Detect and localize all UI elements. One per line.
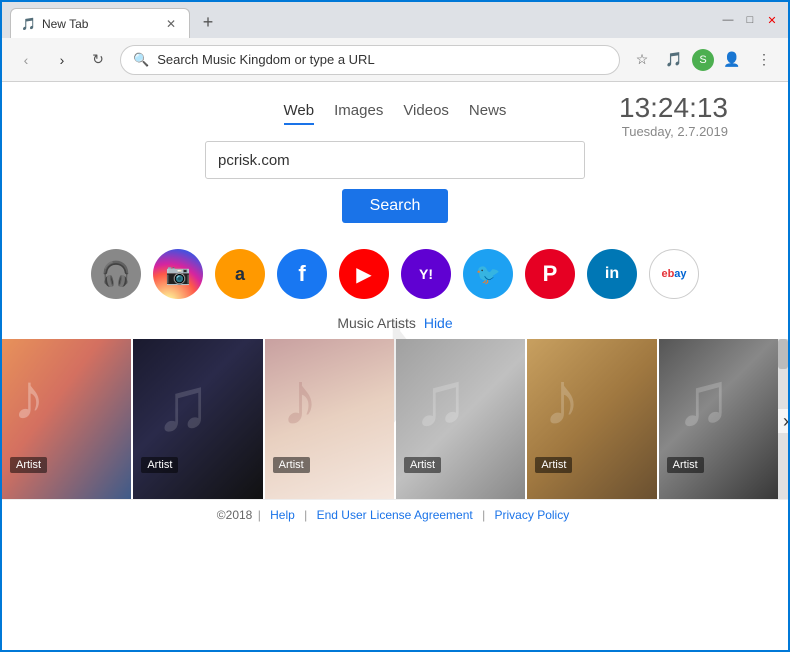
quick-link-ebay[interactable]: ebay [649, 249, 699, 299]
svg-text:♫: ♫ [155, 362, 212, 446]
artists-hide-link[interactable]: Hide [424, 315, 453, 331]
tab-title: New Tab [42, 17, 157, 31]
minimize-button[interactable]: — [720, 12, 736, 28]
address-text: Search Music Kingdom or type a URL [157, 52, 607, 67]
quick-link-amazon[interactable]: a [215, 249, 265, 299]
artist-card-0[interactable]: ♪ Artist HARRIS [2, 339, 131, 499]
tab-close-button[interactable]: ✕ [163, 16, 179, 32]
tab-area: 🎵 New Tab ✕ + [10, 2, 714, 38]
close-button[interactable]: ✕ [764, 12, 780, 28]
new-tab-button[interactable]: + [194, 8, 222, 36]
browser-window: 🎵 New Tab ✕ + — □ ✕ ‹ › ↻ 🔍 Search Music… [0, 0, 790, 652]
artists-grid: ♪ Artist HARRIS ♫ Artist DRAK [2, 339, 788, 499]
artist-card-3[interactable]: ♫ Artist NIRVANA [396, 339, 525, 499]
page-footer: ©2018 | Help | End User License Agreemen… [2, 499, 788, 530]
artist-label-3: Artist [404, 457, 441, 473]
artist-card-1[interactable]: ♫ Artist DRAKE [133, 339, 262, 499]
svg-text:♫: ♫ [412, 356, 469, 440]
quick-link-headphones[interactable]: 🎧 [91, 249, 141, 299]
search-button[interactable]: Search [342, 189, 449, 223]
artist-label-2: Artist [273, 457, 310, 473]
tab-web[interactable]: Web [284, 102, 315, 125]
search-icon: 🔍 [133, 52, 149, 68]
active-tab[interactable]: 🎵 New Tab ✕ [10, 8, 190, 38]
tab-news[interactable]: News [469, 102, 507, 125]
artist-label-5: Artist [667, 457, 704, 473]
quick-link-twitter[interactable]: 🐦 [463, 249, 513, 299]
quick-link-pinterest[interactable]: P [525, 249, 575, 299]
tab-videos[interactable]: Videos [403, 102, 449, 125]
artists-section: Music Artists Hide [2, 309, 788, 499]
search-input[interactable] [205, 141, 585, 179]
search-section: Web Images Videos News Search [2, 82, 788, 233]
artist-label-4: Artist [535, 457, 572, 473]
page-content: ♪ 13:24:13 Tuesday, 2.7.2019 Web Images … [2, 82, 788, 650]
tab-images[interactable]: Images [334, 102, 383, 125]
scroll-thumb[interactable] [778, 339, 788, 369]
footer-sep-1: | [304, 508, 310, 522]
title-bar: 🎵 New Tab ✕ + — □ ✕ [2, 2, 788, 38]
footer-sep-2: | [482, 508, 488, 522]
artist-label-1: Artist [141, 457, 178, 473]
nav-actions: ☆ 🎵 S 👤 ⋮ [628, 46, 778, 74]
forward-button[interactable]: › [48, 46, 76, 74]
artist-card-5[interactable]: ♫ Artist ED SHE… › [659, 339, 788, 499]
artist-card-2[interactable]: ♪ Artist SELENA GOMEZ [265, 339, 394, 499]
profile-button[interactable]: 👤 [718, 46, 746, 74]
refresh-button[interactable]: ↻ [84, 46, 112, 74]
footer-eula-link[interactable]: End User License Agreement [317, 508, 473, 522]
footer-help-link[interactable]: Help [270, 508, 295, 522]
search-tabs: Web Images Videos News [284, 102, 507, 125]
window-controls: — □ ✕ [720, 12, 780, 28]
quick-link-facebook[interactable]: f [277, 249, 327, 299]
footer-sep-0: | [258, 508, 264, 522]
artist-label-0: Artist [10, 457, 47, 473]
maximize-button[interactable]: □ [742, 12, 758, 28]
footer-privacy-link[interactable]: Privacy Policy [495, 508, 570, 522]
security-icon: S [692, 49, 714, 71]
address-bar[interactable]: 🔍 Search Music Kingdom or type a URL [120, 45, 620, 75]
artists-label: Music Artists [337, 315, 416, 331]
svg-text:♫: ♫ [675, 356, 732, 440]
bookmark-button[interactable]: ☆ [628, 46, 656, 74]
quick-link-instagram[interactable]: 📷 [153, 249, 203, 299]
quick-link-youtube[interactable]: ▶ [339, 249, 389, 299]
music-ext-button[interactable]: 🎵 [660, 46, 688, 74]
svg-text:♪: ♪ [281, 356, 319, 440]
quick-link-linkedin[interactable]: in [587, 249, 637, 299]
svg-text:♪: ♪ [13, 360, 45, 433]
nav-bar: ‹ › ↻ 🔍 Search Music Kingdom or type a U… [2, 38, 788, 82]
svg-text:♪: ♪ [543, 356, 581, 440]
menu-button[interactable]: ⋮ [750, 46, 778, 74]
artists-header: Music Artists Hide [2, 315, 788, 331]
search-input-container: Search [2, 141, 788, 223]
quick-link-yahoo[interactable]: Y! [401, 249, 451, 299]
quick-links: 🎧 📷 a f ▶ Y! 🐦 P in ebay [2, 233, 788, 309]
footer-copyright: ©2018 [217, 508, 253, 522]
back-button[interactable]: ‹ [12, 46, 40, 74]
artist-card-4[interactable]: ♪ Artist RED HOT CHILI [527, 339, 656, 499]
